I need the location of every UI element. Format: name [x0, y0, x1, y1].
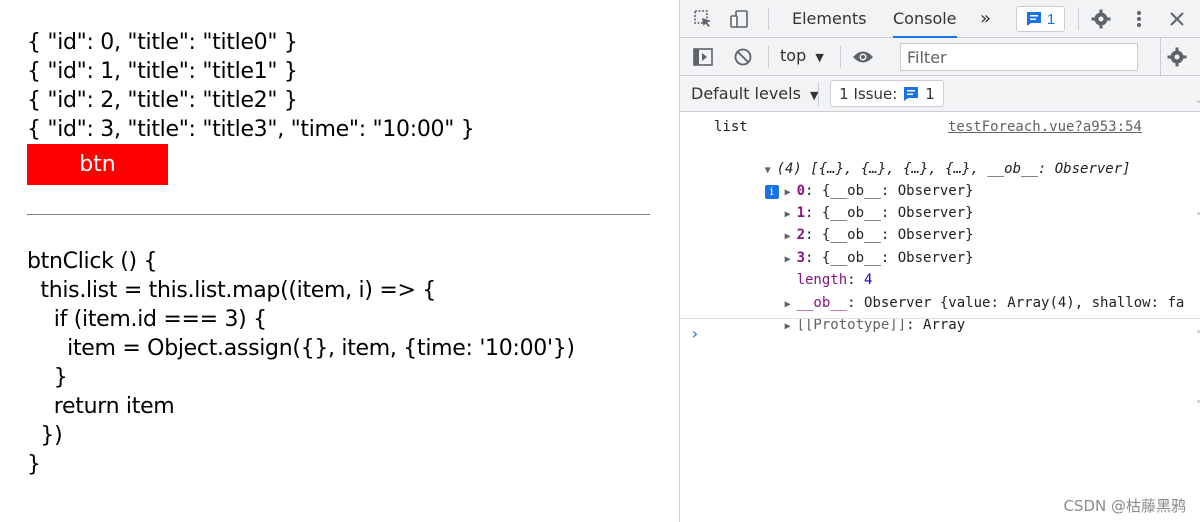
code-line-1: this.list = this.list.map((item, i) => {	[27, 278, 436, 303]
console-prompt[interactable]: ›	[690, 324, 700, 343]
toolbar-separator	[1160, 38, 1161, 76]
console-output: list testForeach.vue?a953:54 ▼ (4) [{…}, …	[680, 113, 1200, 522]
toolbar-separator	[818, 82, 819, 106]
inspect-element-icon[interactable]	[692, 8, 714, 30]
log-separator	[680, 318, 1200, 319]
code-line-0: btnClick () {	[27, 249, 158, 274]
more-tabs-icon[interactable]: »	[980, 0, 991, 38]
prototype-row[interactable]: ▶ [[Prototype]]: Array	[734, 295, 966, 357]
toolbar-separator	[1078, 8, 1079, 30]
more-options-icon[interactable]	[1128, 8, 1150, 30]
issues-label: 1 Issue:	[839, 84, 898, 103]
tab-console[interactable]: Console	[893, 0, 957, 38]
prototype-value: Array	[923, 317, 966, 333]
log-label: list	[714, 119, 748, 135]
context-select[interactable]: top ▼	[780, 46, 824, 65]
close-icon[interactable]	[1166, 8, 1188, 30]
messages-badge[interactable]: 1	[1016, 6, 1065, 32]
code-line-5: return item	[27, 394, 175, 419]
code-line-3: item = Object.assign({}, item, {time: '1…	[27, 336, 575, 361]
message-icon	[904, 86, 919, 101]
watermark: CSDN @枯藤黑鸦	[1063, 497, 1186, 515]
horizontal-rule	[27, 214, 650, 215]
filter-input[interactable]	[900, 43, 1138, 71]
live-expression-eye-icon[interactable]	[852, 46, 874, 68]
page-content: { "id": 0, "title": "title0" } { "id": 1…	[0, 0, 680, 522]
tab-elements[interactable]: Elements	[792, 0, 867, 38]
chevron-down-icon: ▼	[815, 51, 824, 64]
code-line-4: }	[27, 365, 68, 390]
list-item-0: { "id": 0, "title": "title0" }	[27, 30, 298, 55]
settings-gear-icon[interactable]	[1090, 8, 1112, 30]
list-item-3: { "id": 3, "title": "title3", "time": "1…	[27, 117, 475, 142]
context-select-value: top	[780, 46, 807, 65]
log-levels-label: Default levels	[691, 84, 801, 103]
issues-button[interactable]: 1 Issue: 1	[830, 80, 944, 107]
message-icon	[1026, 12, 1041, 26]
device-toolbar-icon[interactable]	[728, 8, 750, 30]
collapsed-triangle-icon: ▶	[784, 321, 791, 332]
source-link[interactable]: testForeach.vue?a953:54	[948, 117, 1142, 137]
toolbar-separator	[768, 8, 769, 30]
devtools-panel: Elements Console » 1 top ▼ Filter Defaul…	[679, 0, 1200, 522]
messages-badge-count: 1	[1046, 10, 1056, 28]
code-line-2: if (item.id === 3) {	[27, 307, 267, 332]
toolbar-separator	[840, 46, 841, 68]
issues-count: 1	[925, 84, 935, 103]
btn-button[interactable]: btn	[27, 144, 168, 185]
devtools-tabbar: Elements Console » 1	[680, 0, 1200, 38]
log-levels-select[interactable]: Default levels ▼	[691, 84, 819, 103]
levels-toolbar: Default levels ▼ 1 Issue: 1	[680, 76, 1200, 112]
console-settings-gear-icon[interactable]	[1166, 46, 1188, 68]
list-item-1: { "id": 1, "title": "title1" }	[27, 59, 298, 84]
code-line-6: })	[27, 423, 63, 448]
console-toolbar: top ▼	[680, 38, 1200, 76]
toolbar-separator	[768, 46, 769, 68]
sidebar-toggle-icon[interactable]	[692, 46, 714, 68]
prototype-key: [[Prototype]]	[796, 317, 907, 333]
list-item-2: { "id": 2, "title": "title2" }	[27, 88, 298, 113]
code-line-7: }	[27, 452, 41, 477]
clear-console-icon[interactable]	[732, 46, 754, 68]
